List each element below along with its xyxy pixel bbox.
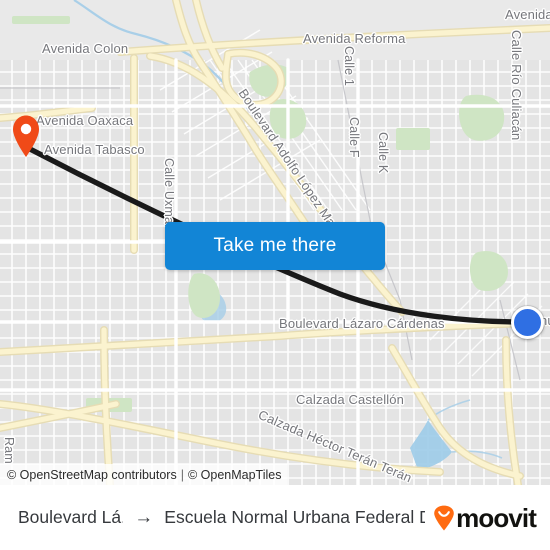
map-pin-icon <box>13 115 39 157</box>
footer-bar: Boulevard Lá... → Escuela Normal Urbana … <box>0 485 550 550</box>
moovit-pin-icon <box>434 505 454 530</box>
route-summary: Boulevard Lá... → Escuela Normal Urbana … <box>18 507 425 528</box>
map-canvas[interactable]: Avenida Colon Avenida Reforma Avenida Aveni… <box>0 0 550 485</box>
arrow-right-icon: → <box>134 507 154 528</box>
moovit-wordmark: moovit <box>456 502 537 533</box>
map-attribution: © OpenStreetMap contributors | © OpenMap… <box>0 464 288 485</box>
moovit-map-screen: Avenida Colon Avenida Reforma Avenida Aveni… <box>0 0 550 550</box>
attribution-separator: | <box>180 467 184 482</box>
origin-marker[interactable] <box>511 306 544 339</box>
route-destination-label: Escuela Normal Urbana Federal De... <box>164 507 425 527</box>
route-origin-label: Boulevard Lá... <box>18 507 123 527</box>
attribution-osm[interactable]: © OpenStreetMap contributors <box>7 468 177 482</box>
attribution-openmaptiles[interactable]: © OpenMapTiles <box>188 468 282 482</box>
moovit-logo[interactable]: moovit <box>433 502 537 533</box>
destination-marker[interactable] <box>10 114 42 158</box>
take-me-there-button[interactable]: Take me there <box>165 222 385 270</box>
